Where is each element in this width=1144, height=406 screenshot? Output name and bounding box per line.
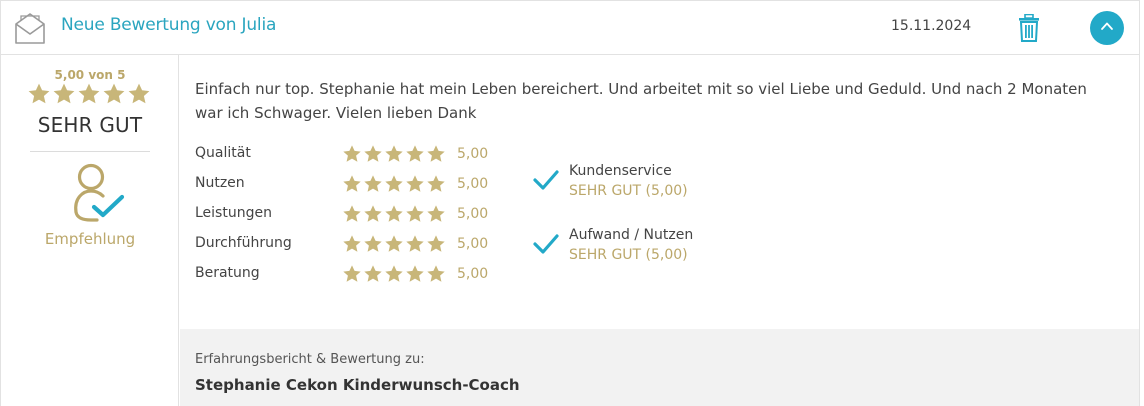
check-icon [533,169,559,195]
star-icon [28,83,50,104]
rating-stars [342,264,446,284]
star-icon [427,145,445,162]
rating-value: 5,00 [457,266,489,282]
highlights-list: Kundenservice SEHR GUT (5,00) Aufwand / … [533,161,783,289]
star-icon [343,175,361,192]
star-icon [343,235,361,252]
rating-label: Qualität [195,145,251,161]
star-icon [427,265,445,282]
rating-row-qualitaet: Qualität 5,00 [195,143,515,173]
rating-label: Leistungen [195,205,272,221]
check-icon [533,233,559,259]
rating-label: Beratung [195,265,260,281]
rating-row-durchfuehrung: Durchführung 5,00 [195,233,515,263]
star-icon [343,145,361,162]
review-title[interactable]: Neue Bewertung von Julia [61,15,276,35]
verdict-label: SEHR GUT [37,113,143,137]
divider [30,151,150,152]
rating-label: Nutzen [195,175,245,191]
star-icon [427,205,445,222]
ratings-list: Qualität 5,00 Nutzen 5,00 Leistungen 5,0… [195,143,515,293]
rating-value: 5,00 [457,236,489,252]
star-icon [406,145,424,162]
envelope-open-icon [14,11,46,49]
review-header: Neue Bewertung von Julia 15.11.2024 [1,1,1139,55]
star-icon [343,205,361,222]
rating-stars [342,174,446,194]
reviewed-profile-name[interactable]: Stephanie Cekon Kinderwunsch-Coach [195,376,520,394]
overall-stars [27,82,151,106]
rating-value: 5,00 [457,206,489,222]
rating-stars [342,144,446,164]
highlight-kundenservice: Kundenservice SEHR GUT (5,00) [533,161,783,225]
star-icon [385,265,403,282]
highlight-value: SEHR GUT (5,00) [569,183,688,199]
score-panel: 5,00 von 5 SEHR GUT Empfehlung [1,55,179,406]
trash-icon[interactable] [1018,13,1040,46]
star-icon [406,265,424,282]
star-icon [406,175,424,192]
review-footer: Erfahrungsbericht & Bewertung zu: Stepha… [180,329,1139,406]
star-icon [385,235,403,252]
review-date: 15.11.2024 [891,18,972,34]
star-icon [103,83,125,104]
collapse-button[interactable] [1090,11,1124,45]
star-icon [364,175,382,192]
star-icon [343,265,361,282]
star-icon [427,235,445,252]
star-icon [385,145,403,162]
star-icon [78,83,100,104]
rating-value: 5,00 [457,176,489,192]
star-icon [128,83,150,104]
rating-stars [342,234,446,254]
star-icon [406,235,424,252]
rating-row-nutzen: Nutzen 5,00 [195,173,515,203]
highlight-title: Aufwand / Nutzen [569,227,694,243]
rating-row-beratung: Beratung 5,00 [195,263,515,293]
star-icon [427,175,445,192]
recommendation-user-check-icon [69,162,127,228]
star-icon [364,235,382,252]
review-text: Einfach nur top. Stephanie hat mein Lebe… [195,80,1087,122]
rating-label: Durchführung [195,235,292,251]
star-icon [364,205,382,222]
rating-value: 5,00 [457,146,489,162]
star-icon [364,265,382,282]
highlight-aufwand-nutzen: Aufwand / Nutzen SEHR GUT (5,00) [533,225,783,289]
score-text: 5,00 von 5 [54,68,126,82]
star-icon [385,175,403,192]
rating-stars [342,204,446,224]
star-icon [53,83,75,104]
review-card: Neue Bewertung von Julia 15.11.2024 5,00… [0,0,1140,406]
chevron-up-icon [1099,18,1115,38]
recommendation-label: Empfehlung [44,230,136,248]
star-icon [385,205,403,222]
highlight-value: SEHR GUT (5,00) [569,247,688,263]
highlight-title: Kundenservice [569,163,672,179]
footer-label: Erfahrungsbericht & Bewertung zu: [195,352,425,367]
star-icon [406,205,424,222]
rating-row-leistungen: Leistungen 5,00 [195,203,515,233]
star-icon [364,145,382,162]
